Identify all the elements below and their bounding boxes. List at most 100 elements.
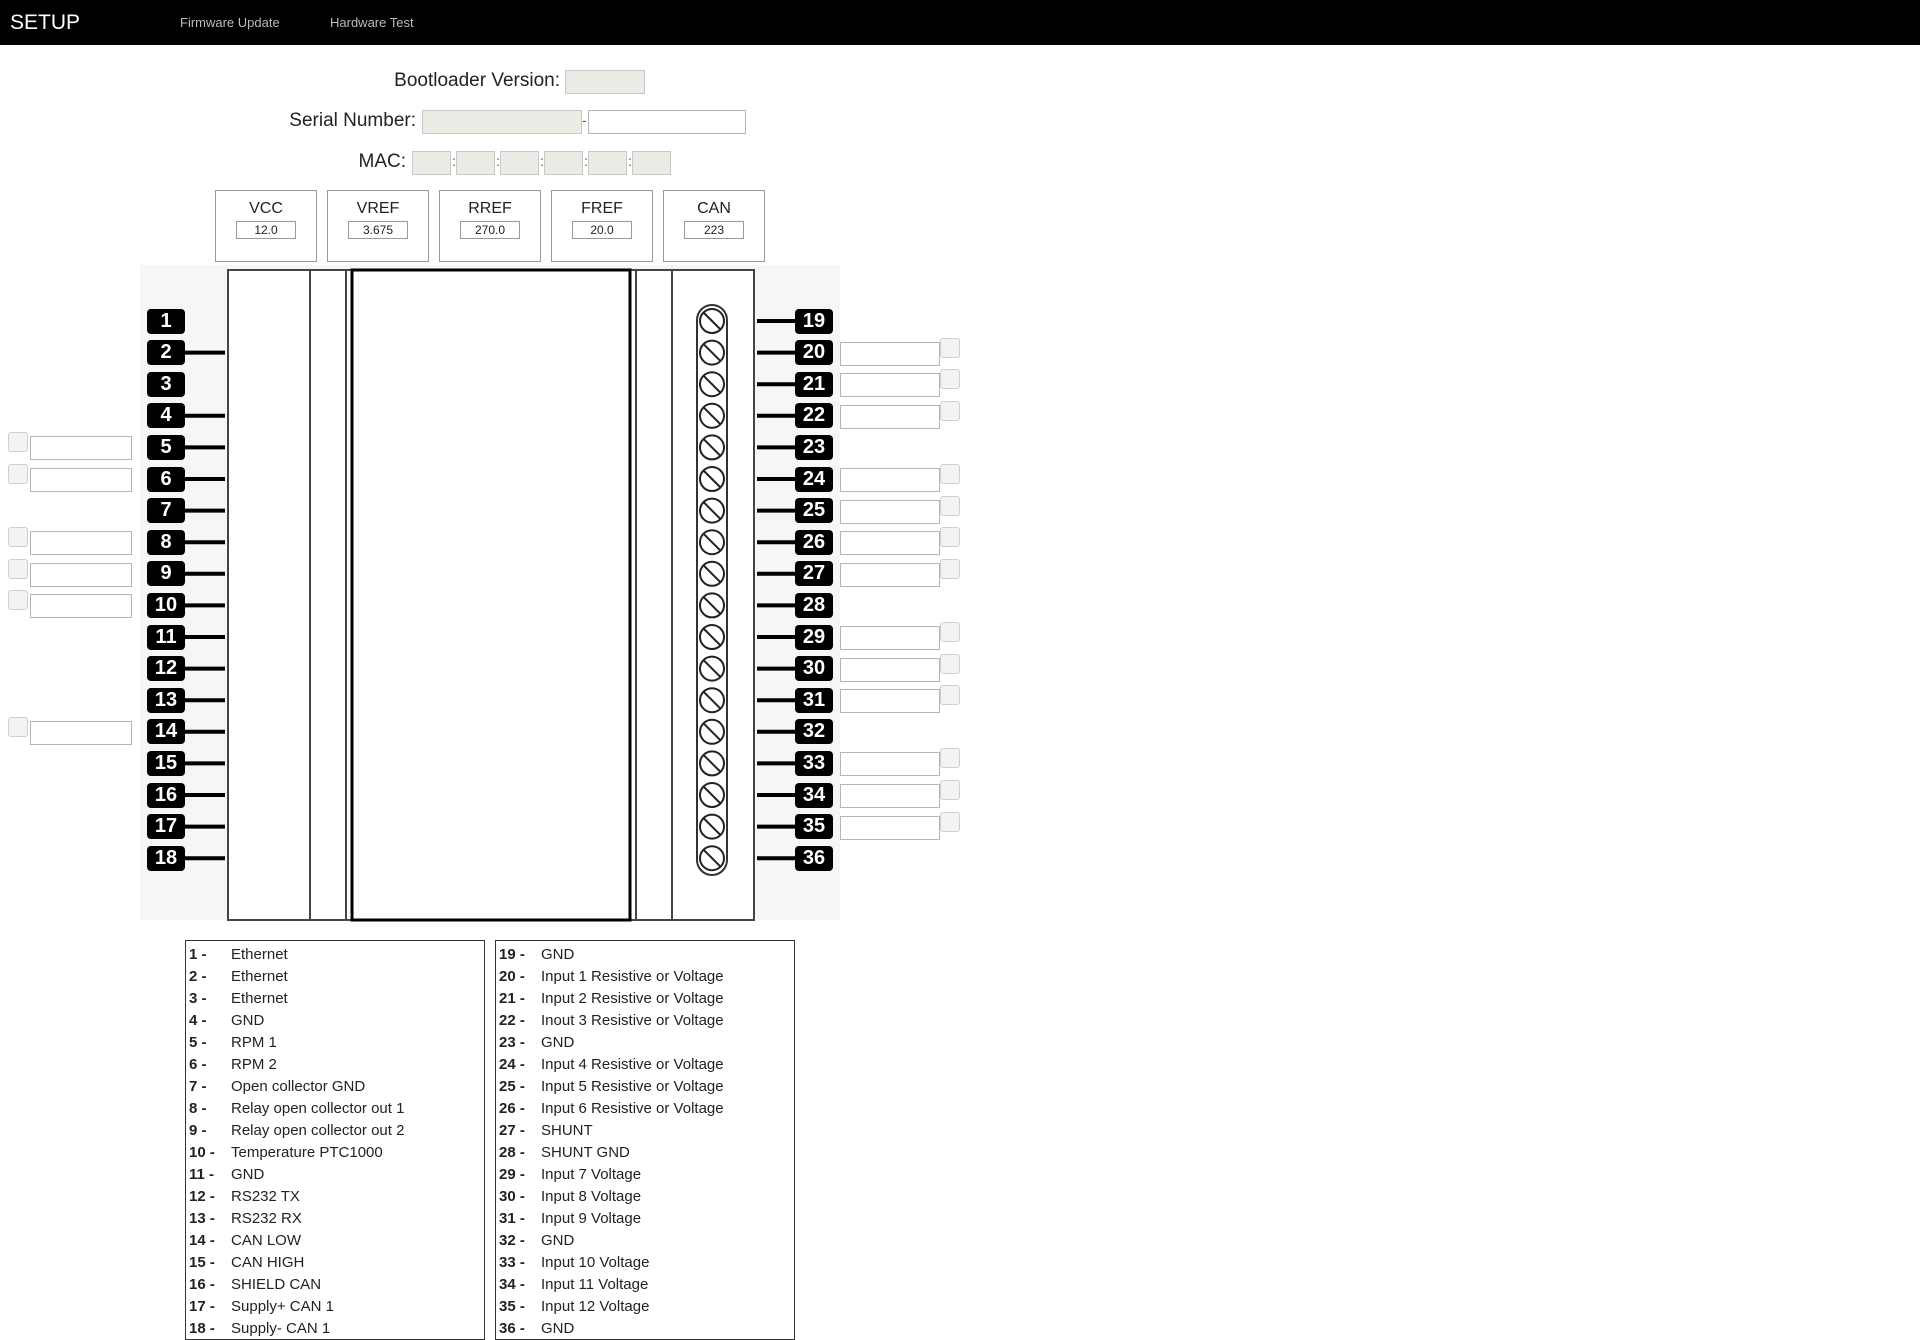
pin-34-input[interactable] — [840, 784, 940, 808]
legend-row: 9 - Relay open collector out 2 — [189, 1120, 484, 1142]
nav-link-firmware-update[interactable]: Firmware Update — [180, 15, 280, 30]
pin-label-30: 30 — [795, 656, 833, 682]
pin-label-9: 9 — [147, 561, 185, 587]
serial-number-input[interactable] — [588, 110, 746, 134]
pin-10-input[interactable] — [30, 594, 132, 619]
pin-label-2: 2 — [147, 340, 185, 366]
brand-title[interactable]: SETUP — [10, 11, 80, 35]
pin-label-22: 22 — [795, 403, 833, 429]
legend-row: 27 - SHUNT — [499, 1120, 794, 1142]
legend-pin-description: CAN HIGH — [231, 1254, 305, 1271]
pin-5-input[interactable] — [30, 436, 132, 461]
pin-label-25: 25 — [795, 498, 833, 524]
pin-14-input[interactable] — [30, 720, 132, 745]
legend-row: 19 - GND — [499, 944, 794, 966]
pin-9-input[interactable] — [30, 562, 132, 587]
ref-label: RREF — [468, 200, 512, 217]
mac-octet-field — [544, 151, 583, 175]
pin-29-input[interactable] — [840, 626, 940, 650]
screw-terminal — [699, 750, 725, 777]
legend-row: 7 - Open collector GND — [189, 1076, 484, 1098]
legend-row: 36 - GND — [499, 1318, 794, 1340]
screw-terminal — [699, 687, 725, 714]
pin-22-input[interactable] — [840, 404, 940, 429]
legend-row: 21 - Input 2 Resistive or Voltage — [499, 988, 794, 1010]
legend-pin-number: 1 - — [189, 946, 207, 963]
pin-21-input[interactable] — [840, 373, 940, 398]
pin-8-input[interactable] — [30, 531, 132, 556]
screw-terminal — [699, 560, 725, 587]
pin-29-toggle[interactable] — [940, 622, 960, 642]
ref-value: 20.0 — [572, 221, 632, 239]
pin-21-toggle[interactable] — [940, 369, 960, 390]
legend-row: 5 - RPM 1 — [189, 1032, 484, 1054]
pin-14-toggle[interactable] — [8, 716, 28, 737]
legend-row: 18 - Supply- CAN 1 — [189, 1318, 484, 1340]
pin-30-input[interactable] — [840, 657, 940, 682]
legend-pin-description: SHUNT GND — [541, 1144, 630, 1161]
pin-31-input[interactable] — [840, 689, 940, 714]
ref-label: CAN — [697, 200, 731, 217]
pin-20-toggle[interactable] — [940, 337, 960, 358]
screw-terminal — [699, 592, 725, 619]
pin-5-toggle[interactable] — [8, 432, 28, 453]
pin-25-input[interactable] — [840, 499, 940, 524]
screw-terminal — [699, 339, 725, 366]
pin-9-toggle[interactable] — [8, 558, 28, 579]
legend-pin-description: GND — [541, 1320, 575, 1337]
pin-6-toggle[interactable] — [8, 464, 28, 484]
pin-10-toggle[interactable] — [8, 590, 28, 611]
nav-link-hardware-test[interactable]: Hardware Test — [330, 15, 414, 30]
legend-pin-number: 2 - — [189, 968, 207, 985]
pin-24-input[interactable] — [840, 468, 940, 492]
legend-pin-number: 31 - — [499, 1210, 525, 1227]
pin-label-24: 24 — [795, 466, 833, 492]
serial-number-separator: - — [582, 112, 587, 128]
pin-26-input[interactable] — [840, 531, 940, 556]
legend-pin-description: SHUNT — [541, 1122, 593, 1139]
legend-pin-description: Input 8 Voltage — [541, 1188, 642, 1205]
pin-label-5: 5 — [147, 434, 185, 460]
legend-pin-description: Inout 3 Resistive or Voltage — [541, 1012, 724, 1029]
screw-terminal — [699, 434, 725, 461]
legend-row: 22 - Inout 3 Resistive or Voltage — [499, 1010, 794, 1032]
pin-34-toggle[interactable] — [940, 780, 960, 800]
pin-22-toggle[interactable] — [940, 400, 960, 421]
ref-value: 223 — [684, 221, 744, 239]
legend-pin-description: RS232 RX — [231, 1210, 302, 1227]
pin-25-toggle[interactable] — [940, 495, 960, 516]
screw-terminal — [699, 402, 725, 429]
legend-pin-description: GND — [231, 1012, 265, 1029]
screw-terminal — [699, 466, 725, 492]
legend-pin-number: 30 - — [499, 1188, 525, 1205]
pin-33-input[interactable] — [840, 752, 940, 777]
pin-27-toggle[interactable] — [940, 558, 960, 579]
legend-row: 34 - Input 11 Voltage — [499, 1274, 794, 1296]
screw-terminal — [699, 497, 725, 524]
pin-label-3: 3 — [147, 371, 185, 397]
legend-pin-number: 24 - — [499, 1056, 525, 1073]
pin-label-27: 27 — [795, 561, 833, 587]
ref-label: VREF — [356, 200, 400, 217]
pin-24-toggle[interactable] — [940, 464, 960, 484]
pin-8-toggle[interactable] — [8, 527, 28, 548]
pin-27-input[interactable] — [840, 562, 940, 587]
pin-26-toggle[interactable] — [940, 527, 960, 548]
legend-pin-description: GND — [541, 946, 575, 963]
top-nav-bar: SETUP Firmware Update Hardware Test — [0, 0, 1920, 45]
ref-value: 3.675 — [348, 221, 408, 239]
pin-6-input[interactable] — [30, 468, 132, 492]
legend-pin-number: 14 - — [189, 1232, 215, 1249]
pin-35-input[interactable] — [840, 815, 940, 840]
screw-terminal — [699, 813, 725, 840]
pin-33-toggle[interactable] — [940, 748, 960, 769]
pin-20-input[interactable] — [840, 341, 940, 366]
legend-pin-number: 23 - — [499, 1034, 525, 1051]
pin-label-32: 32 — [795, 719, 833, 745]
pin-legend-left: 1 - Ethernet 2 - Ethernet 3 - Ethernet 4 - GND 5… — [185, 940, 485, 1340]
pin-31-toggle[interactable] — [940, 685, 960, 706]
pin-35-toggle[interactable] — [940, 811, 960, 832]
ref-box-vref: VREF 3.675 — [327, 190, 429, 262]
pin-30-toggle[interactable] — [940, 653, 960, 674]
pin-label-17: 17 — [147, 814, 185, 840]
